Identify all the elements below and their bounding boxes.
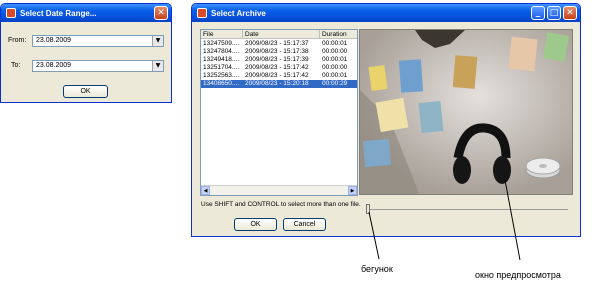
preview-annotation: окно предпросмотра bbox=[475, 270, 561, 280]
preview-window bbox=[359, 29, 573, 195]
file-list[interactable]: File Date Duration 13247509.... 2009/08/2… bbox=[200, 29, 358, 196]
archive-dialog-title: Select Archive bbox=[211, 8, 266, 18]
column-header-date[interactable]: Date bbox=[243, 30, 320, 39]
duration-cell: 00:00:00 bbox=[322, 64, 348, 71]
cancel-button[interactable]: Cancel bbox=[283, 218, 326, 231]
date-dialog-title: Select Date Range... bbox=[20, 8, 97, 18]
date-cell: 2009/08/23 - 15:17:37 bbox=[245, 40, 309, 47]
date-dialog-titlebar[interactable]: Select Date Range... ✕ bbox=[1, 4, 171, 22]
file-cell: 13252563.... bbox=[203, 72, 240, 79]
maximize-icon[interactable]: □ bbox=[547, 6, 561, 20]
table-row[interactable]: 13408650.... 2009/08/23 - 15:20:18 00:00:2… bbox=[201, 80, 357, 88]
file-cell: 13247804.... bbox=[203, 48, 240, 55]
horizontal-scrollbar[interactable]: ◀ ▶ bbox=[201, 185, 357, 195]
date-cell: 2009/08/23 - 15:17:42 bbox=[245, 72, 309, 79]
column-header-duration[interactable]: Duration bbox=[320, 30, 357, 39]
scroll-left-icon[interactable]: ◀ bbox=[201, 186, 210, 195]
to-date-value: 23.08.2009 bbox=[36, 62, 72, 69]
preview-photo bbox=[360, 30, 572, 194]
table-row[interactable]: 13247804.... 2009/08/23 - 15:17:38 00:00:0… bbox=[201, 48, 357, 56]
table-row[interactable]: 13249418.... 2009/08/23 - 15:17:39 00:00:0… bbox=[201, 56, 357, 64]
to-label: To: bbox=[11, 62, 21, 69]
archive-dialog-titlebar[interactable]: Select Archive _ □ ✕ bbox=[192, 4, 580, 22]
date-range-dialog: Select Date Range... ✕ From: 23.08.2009 … bbox=[0, 3, 172, 103]
slider-track[interactable] bbox=[366, 209, 568, 210]
file-cell: 13408650.... bbox=[203, 80, 240, 87]
ok-button[interactable]: OK bbox=[234, 218, 277, 231]
date-cell: 2009/08/23 - 15:20:18 bbox=[245, 80, 309, 87]
duration-cell: 00:00:00 bbox=[322, 48, 348, 55]
date-cell: 2009/08/23 - 15:17:42 bbox=[245, 64, 309, 71]
file-cell: 13247509.... bbox=[203, 40, 240, 47]
close-icon[interactable]: ✕ bbox=[154, 6, 168, 20]
from-date-value: 23.08.2009 bbox=[36, 37, 72, 44]
file-cell: 13249418.... bbox=[203, 56, 240, 63]
slider-annotation: бегунок bbox=[361, 264, 393, 274]
table-row[interactable]: 13247509.... 2009/08/23 - 15:17:37 00:00:0… bbox=[201, 40, 357, 48]
chevron-down-icon[interactable]: ▼ bbox=[152, 61, 163, 71]
from-label: From: bbox=[8, 37, 27, 44]
duration-cell: 00:00:01 bbox=[322, 40, 348, 47]
duration-cell: 00:00:29 bbox=[322, 80, 348, 87]
column-header-file[interactable]: File bbox=[201, 30, 243, 39]
selection-hint: Use SHIFT and CONTROL to select more tha… bbox=[201, 201, 361, 208]
duration-cell: 00:00:01 bbox=[322, 56, 348, 63]
date-ok-button[interactable]: OK bbox=[63, 85, 108, 98]
table-row[interactable]: 13252563.... 2009/08/23 - 15:17:42 00:00:0… bbox=[201, 72, 357, 80]
to-date-picker[interactable]: 23.08.2009 ▼ bbox=[32, 60, 164, 72]
scroll-right-icon[interactable]: ▶ bbox=[348, 186, 357, 195]
date-cell: 2009/08/23 - 15:17:39 bbox=[245, 56, 309, 63]
minimize-icon[interactable]: _ bbox=[531, 6, 545, 20]
chevron-down-icon[interactable]: ▼ bbox=[152, 36, 163, 46]
table-row[interactable]: 13251704.... 2009/08/23 - 15:17:42 00:00:0… bbox=[201, 64, 357, 72]
app-icon bbox=[6, 8, 16, 18]
file-cell: 13251704.... bbox=[203, 64, 240, 71]
close-icon[interactable]: ✕ bbox=[563, 6, 577, 20]
app-icon bbox=[197, 8, 207, 18]
from-date-picker[interactable]: 23.08.2009 ▼ bbox=[32, 35, 164, 47]
date-cell: 2009/08/23 - 15:17:38 bbox=[245, 48, 309, 55]
select-archive-dialog: Select Archive _ □ ✕ File Date Duration … bbox=[191, 3, 581, 237]
slider-thumb[interactable] bbox=[366, 204, 370, 214]
duration-cell: 00:00:01 bbox=[322, 72, 348, 79]
